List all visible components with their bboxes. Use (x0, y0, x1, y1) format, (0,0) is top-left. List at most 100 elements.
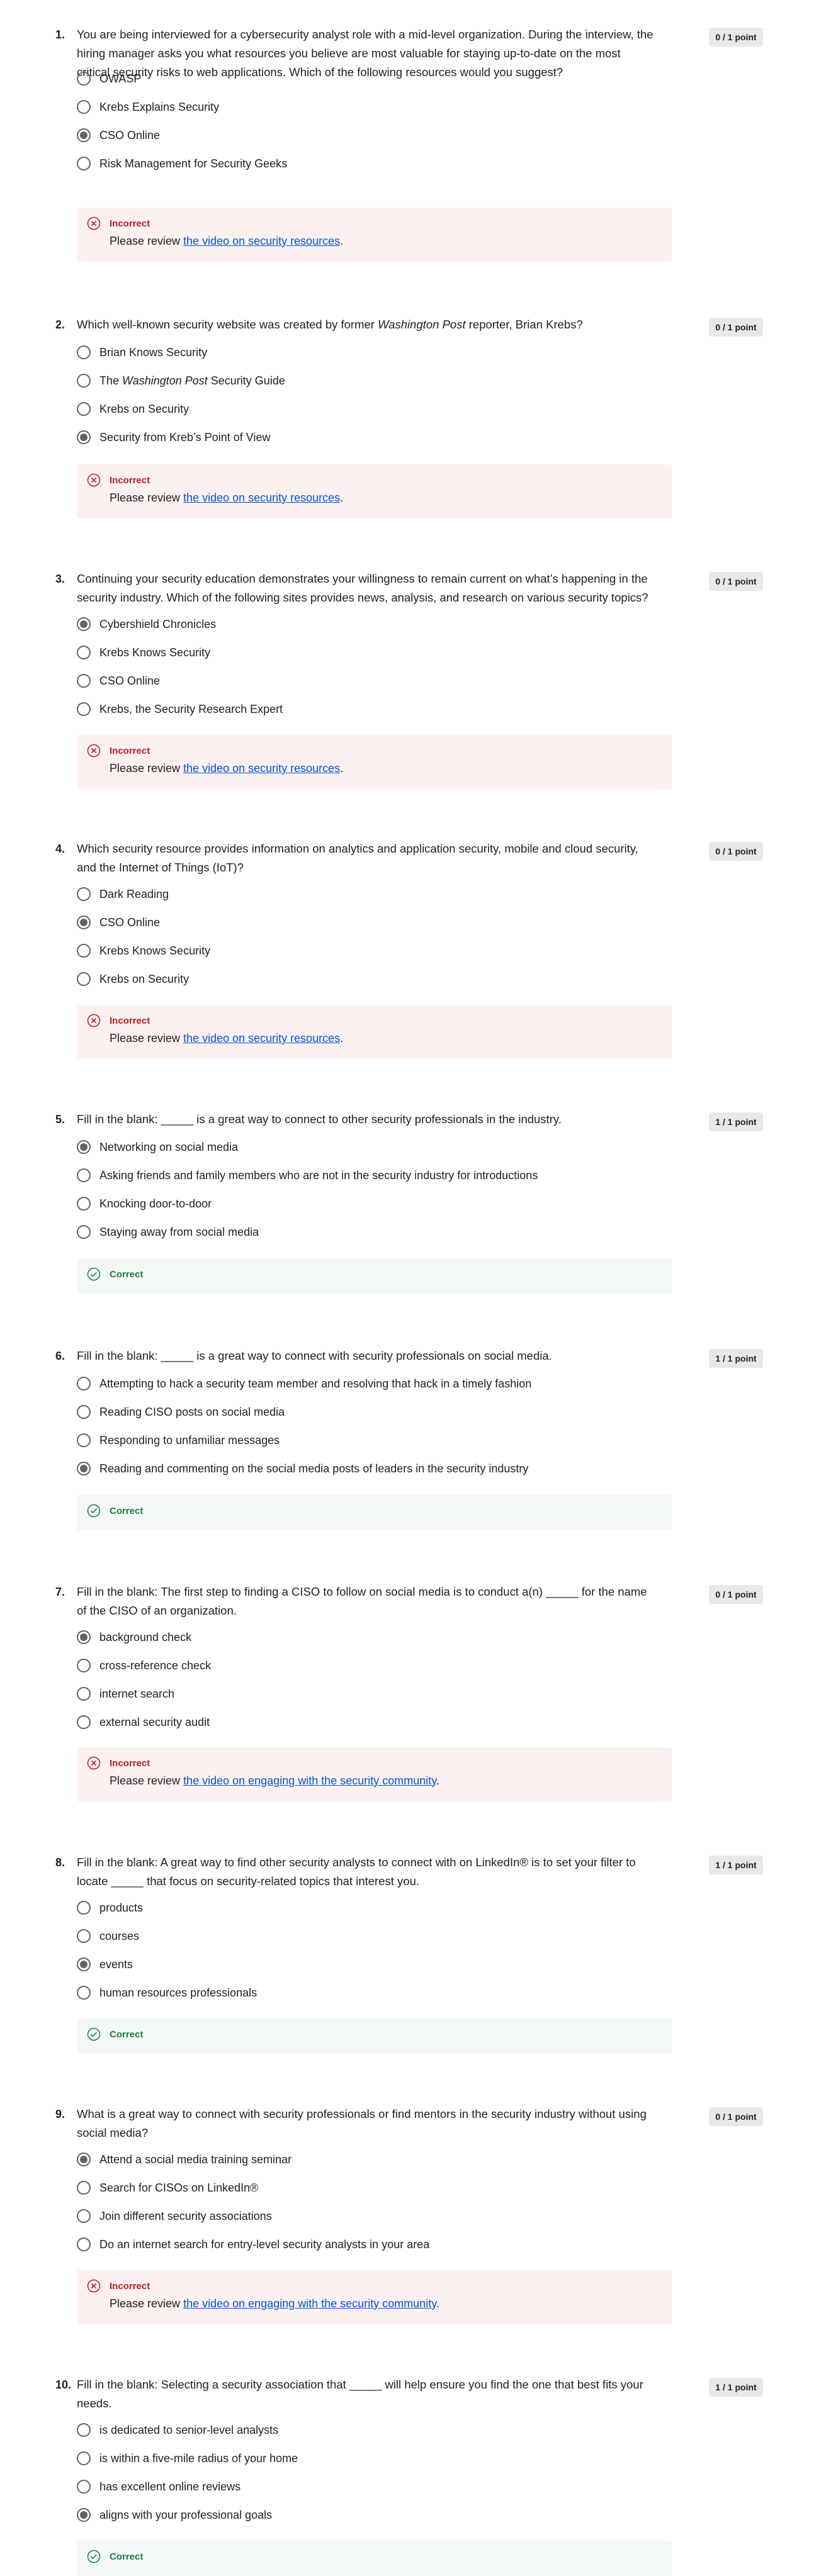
answer-option[interactable]: Krebs Knows Security (77, 643, 210, 662)
answer-option[interactable]: Krebs on Security (77, 970, 189, 988)
x-circle-icon (87, 1756, 101, 1770)
feedback-status: Correct (110, 2029, 144, 2040)
radio-unselected-icon[interactable] (77, 1659, 91, 1672)
answer-option[interactable]: CSO Online (77, 671, 160, 690)
radio-unselected-icon[interactable] (77, 2480, 91, 2494)
radio-unselected-icon[interactable] (77, 1168, 91, 1182)
x-circle-icon (87, 1014, 101, 1028)
feedback-status-row: Incorrect (87, 2279, 662, 2293)
radio-unselected-icon[interactable] (77, 646, 91, 659)
answer-option[interactable]: external security audit (77, 1713, 210, 1732)
feedback-status: Incorrect (110, 1015, 150, 1026)
radio-unselected-icon[interactable] (77, 1405, 91, 1419)
radio-unselected-icon[interactable] (77, 1901, 91, 1915)
radio-unselected-icon[interactable] (77, 1433, 91, 1447)
feedback-incorrect: Incorrect Please review the video on secu… (77, 208, 672, 262)
answer-option-label: CSO Online (99, 916, 161, 929)
answer-option[interactable]: Brian Knows Security (77, 343, 207, 362)
answer-option[interactable]: Krebs on Security (77, 400, 189, 418)
answer-option[interactable]: Search for CISOs on LinkedIn® (77, 2178, 258, 2197)
radio-selected-icon[interactable] (77, 430, 91, 444)
review-video-link[interactable]: the video on engaging with the security … (183, 1774, 436, 1787)
answer-option[interactable]: Staying away from social media (77, 1223, 259, 1241)
answer-option[interactable]: Attempting to hack a security team membe… (77, 1374, 531, 1393)
radio-unselected-icon[interactable] (77, 402, 91, 416)
answer-option[interactable]: Responding to unfamiliar messages (77, 1431, 280, 1450)
radio-unselected-icon[interactable] (77, 2181, 91, 2195)
radio-unselected-icon[interactable] (77, 1197, 91, 1211)
radio-selected-icon[interactable] (77, 128, 91, 142)
review-video-link[interactable]: the video on engaging with the security … (183, 2297, 436, 2310)
radio-unselected-icon[interactable] (77, 2451, 91, 2465)
answer-option[interactable]: aligns with your professional goals (77, 2506, 272, 2524)
answer-option[interactable]: The Washington Post Security Guide (77, 371, 285, 390)
answer-option[interactable]: Reading and commenting on the social med… (77, 1459, 528, 1478)
radio-selected-icon[interactable] (77, 1462, 91, 1476)
radio-unselected-icon[interactable] (77, 2209, 91, 2223)
radio-selected-icon[interactable] (77, 2153, 91, 2166)
answer-option[interactable]: Attend a social media training seminar (77, 2150, 291, 2169)
review-video-link[interactable]: the video on security resources (183, 235, 340, 247)
answer-option[interactable]: Security from Kreb’s Point of View (77, 428, 270, 447)
answer-option[interactable]: is dedicated to senior-level analysts (77, 2421, 278, 2439)
radio-selected-icon[interactable] (77, 1957, 91, 1971)
answer-option[interactable]: Knocking door-to-door (77, 1194, 212, 1213)
radio-unselected-icon[interactable] (77, 972, 91, 986)
answer-option[interactable]: Asking friends and family members who ar… (77, 1166, 538, 1185)
answer-option[interactable]: human resources professionals (77, 1983, 257, 2002)
radio-unselected-icon[interactable] (77, 887, 91, 901)
answer-option[interactable]: CSO Online (77, 126, 160, 145)
answer-option[interactable]: OWASP (77, 69, 141, 88)
radio-unselected-icon[interactable] (77, 944, 91, 958)
answer-option[interactable]: background check (77, 1628, 191, 1647)
answer-option[interactable]: products (77, 1898, 143, 1917)
question-text: What is a great way to connect with secu… (77, 2107, 647, 2139)
radio-unselected-icon[interactable] (77, 100, 91, 114)
review-video-link[interactable]: the video on security resources (183, 762, 340, 775)
radio-unselected-icon[interactable] (77, 374, 91, 388)
radio-unselected-icon[interactable] (77, 72, 91, 86)
answer-option[interactable]: Cybershield Chronicles (77, 615, 216, 634)
radio-unselected-icon[interactable] (77, 1225, 91, 1239)
review-video-link[interactable]: the video on security resources (183, 1032, 340, 1044)
radio-unselected-icon[interactable] (77, 1929, 91, 1943)
answer-option[interactable]: Risk Management for Security Geeks (77, 154, 287, 173)
radio-unselected-icon[interactable] (77, 674, 91, 688)
radio-unselected-icon[interactable] (77, 345, 91, 359)
radio-selected-icon[interactable] (77, 1140, 91, 1154)
radio-unselected-icon[interactable] (77, 1986, 91, 2000)
radio-selected-icon[interactable] (77, 2508, 91, 2522)
radio-unselected-icon[interactable] (77, 157, 91, 171)
answer-option[interactable]: Networking on social media (77, 1138, 238, 1156)
radio-unselected-icon[interactable] (77, 1377, 91, 1391)
answer-option[interactable]: internet search (77, 1684, 174, 1703)
answer-option[interactable]: Krebs, the Security Research Expert (77, 700, 283, 719)
answer-option[interactable]: is within a five-mile radius of your hom… (77, 2449, 298, 2468)
radio-unselected-icon[interactable] (77, 2237, 91, 2251)
question-header: 5. Fill in the blank: _____ is a great wa… (55, 1110, 710, 1129)
review-video-link[interactable]: the video on security resources (183, 491, 340, 504)
answer-option[interactable]: has excellent online reviews (77, 2477, 240, 2496)
answer-option[interactable]: CSO Online (77, 913, 160, 932)
answer-option[interactable]: Join different security associations (77, 2207, 272, 2226)
x-circle-icon (87, 2279, 101, 2293)
answer-option[interactable]: Krebs Explains Security (77, 98, 219, 116)
radio-selected-icon[interactable] (77, 916, 91, 929)
answer-option-label: products (99, 1901, 144, 1914)
answer-option[interactable]: cross-reference check (77, 1656, 211, 1675)
italic-title: Washington Post (122, 374, 208, 387)
radio-unselected-icon[interactable] (77, 702, 91, 716)
radio-unselected-icon[interactable] (77, 1715, 91, 1729)
answer-option[interactable]: Reading CISO posts on social media (77, 1403, 285, 1421)
answer-option[interactable]: events (77, 1955, 133, 1974)
radio-selected-icon[interactable] (77, 617, 91, 631)
question-text: Fill in the blank: A great way to find o… (77, 1856, 636, 1888)
answer-option[interactable]: Dark Reading (77, 885, 169, 904)
question-number: 3. (55, 573, 65, 585)
radio-unselected-icon[interactable] (77, 2423, 91, 2437)
radio-selected-icon[interactable] (77, 1630, 91, 1644)
answer-option[interactable]: Do an internet search for entry-level se… (77, 2235, 429, 2254)
answer-option[interactable]: courses (77, 1927, 139, 1946)
answer-option[interactable]: Krebs Knows Security (77, 941, 210, 960)
radio-unselected-icon[interactable] (77, 1687, 91, 1701)
